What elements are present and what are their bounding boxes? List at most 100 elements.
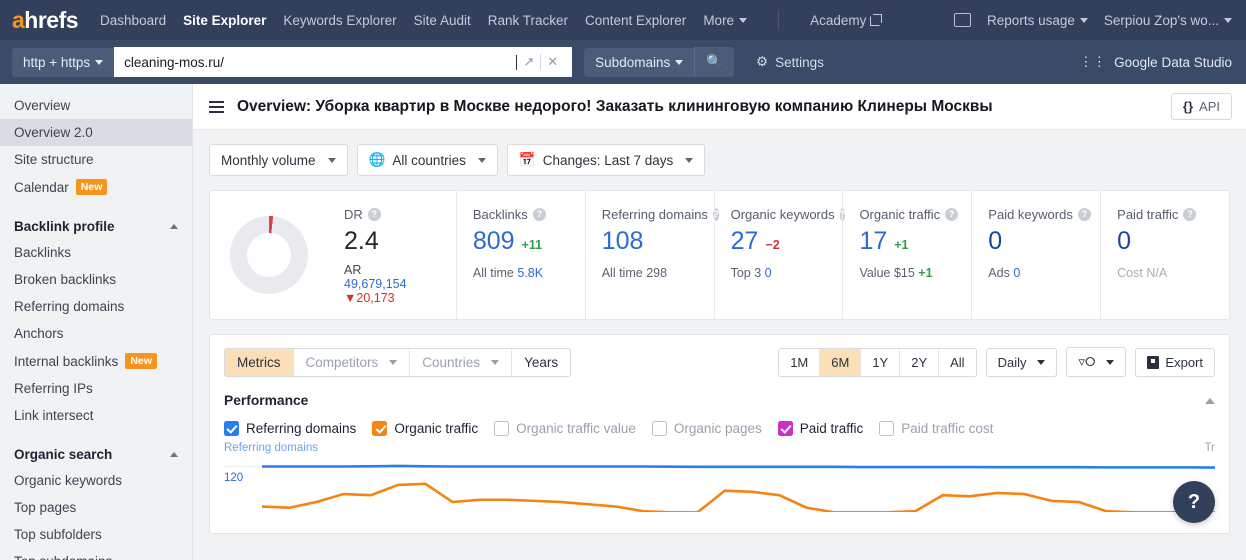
nav-item-academy[interactable]: Academy xyxy=(810,13,880,28)
help-button[interactable]: ? xyxy=(1173,481,1215,523)
sidebar-item-referring-domains[interactable]: Referring domains xyxy=(0,293,192,320)
sidebar-item-top-pages[interactable]: Top pages xyxy=(0,494,192,521)
tab-metrics[interactable]: Metrics xyxy=(225,349,294,376)
metric-title: Organic keywords xyxy=(731,207,835,222)
main-content: Overview: Уборка квартир в Москве недоро… xyxy=(193,84,1246,560)
filter-changes-range[interactable]: 📅 Changes: Last 7 days xyxy=(507,144,705,176)
sidebar-item-backlinks[interactable]: Backlinks xyxy=(0,239,192,266)
annotations-button[interactable]: ▿⭘ xyxy=(1066,347,1126,377)
sidebar-group-backlink-profile[interactable]: Backlink profile xyxy=(0,211,192,239)
metric-delta: +11 xyxy=(522,238,543,252)
legend-organic-traffic-value[interactable]: Organic traffic value xyxy=(494,421,636,436)
metric-sub: Cost N/A xyxy=(1117,266,1229,280)
ahrefs-logo[interactable]: ahrefs xyxy=(12,7,78,34)
legend-referring-domains[interactable]: Referring domains xyxy=(224,421,356,436)
range-2y[interactable]: 2Y xyxy=(900,349,939,376)
settings-label: Settings xyxy=(775,55,824,70)
metric-value: 0 xyxy=(988,227,1002,256)
monitor-icon[interactable] xyxy=(954,13,971,27)
academy-label: Academy xyxy=(810,13,866,28)
url-input-wrapper[interactable]: cleaning-mos.ru/ ↗ ✕ xyxy=(114,47,572,77)
nav-item-site-explorer[interactable]: Site Explorer xyxy=(183,13,266,28)
sidebar-item-overview[interactable]: Overview xyxy=(0,92,192,119)
nav-item-account[interactable]: Serpiou Zop's wo... xyxy=(1104,13,1232,28)
nav-item-more[interactable]: More xyxy=(703,13,747,28)
export-button[interactable]: Export xyxy=(1135,348,1215,377)
checkbox[interactable] xyxy=(494,421,509,436)
granularity-select[interactable]: Daily xyxy=(986,348,1058,377)
metric-title: Organic traffic xyxy=(859,207,940,222)
sidebar-item-link-intersect[interactable]: Link intersect xyxy=(0,402,192,429)
new-badge: New xyxy=(125,353,157,369)
metric-label: Paid keywords ? xyxy=(988,207,1100,222)
sidebar-item-referring-ips[interactable]: Referring IPs xyxy=(0,375,192,402)
sidebar-item-site-structure[interactable]: Site structure xyxy=(0,146,192,173)
nav-item-reports-usage[interactable]: Reports usage xyxy=(987,13,1088,28)
nav-item-site-audit[interactable]: Site Audit xyxy=(414,13,471,28)
nav-item-dashboard[interactable]: Dashboard xyxy=(100,13,166,28)
clear-input-icon[interactable]: ✕ xyxy=(541,54,564,70)
filter-monthly-volume[interactable]: Monthly volume xyxy=(209,144,348,176)
sidebar-item-top-subdomains[interactable]: Top subdomains xyxy=(0,548,192,560)
sidebar-item-label: Internal backlinks xyxy=(14,354,118,369)
help-tooltip-icon[interactable]: ? xyxy=(1183,208,1196,221)
nav-item-content-explorer[interactable]: Content Explorer xyxy=(585,13,686,28)
legend-organic-traffic[interactable]: Organic traffic xyxy=(372,421,478,436)
url-input[interactable]: cleaning-mos.ru/ xyxy=(124,55,515,70)
legend-paid-traffic-cost[interactable]: Paid traffic cost xyxy=(879,421,993,436)
filter-toolbar: Monthly volume 🌐 All countries 📅 Changes… xyxy=(193,130,1246,176)
help-tooltip-icon[interactable]: ? xyxy=(368,208,381,221)
tab-years[interactable]: Years xyxy=(512,349,570,376)
range-1y[interactable]: 1Y xyxy=(861,349,900,376)
settings-link[interactable]: ⚙ Settings xyxy=(756,54,824,70)
checkbox[interactable] xyxy=(778,421,793,436)
help-tooltip-icon[interactable]: ? xyxy=(533,208,546,221)
sidebar-item-broken-backlinks[interactable]: Broken backlinks xyxy=(0,266,192,293)
legend-paid-traffic[interactable]: Paid traffic xyxy=(778,421,864,436)
chevron-down-icon xyxy=(328,158,336,163)
chevron-down-icon xyxy=(1037,360,1045,365)
chevron-down-icon xyxy=(95,60,103,65)
sidebar-item-organic-keywords[interactable]: Organic keywords xyxy=(0,467,192,494)
search-button[interactable]: 🔍 xyxy=(694,47,734,77)
metric-sub-label: Value $15 xyxy=(859,266,914,280)
chart-plot-svg xyxy=(262,442,1215,512)
metric-sub: Ads 0 xyxy=(988,266,1100,280)
range-6m[interactable]: 6M xyxy=(820,349,861,376)
range-all[interactable]: All xyxy=(939,349,975,376)
sidebar-item-top-subfolders[interactable]: Top subfolders xyxy=(0,521,192,548)
metric-sub-value: 298 xyxy=(646,266,667,280)
range-1m[interactable]: 1M xyxy=(779,349,820,376)
hamburger-menu-icon[interactable] xyxy=(209,98,224,116)
chevron-up-icon xyxy=(170,452,178,457)
metric-card-dr: DR ? 2.4 AR 49,679,154 ▼20,173 xyxy=(328,191,456,319)
sidebar-item-label: Top subfolders xyxy=(14,527,102,542)
api-button[interactable]: {} API xyxy=(1171,93,1232,120)
sidebar-item-overview-2-0[interactable]: Overview 2.0 xyxy=(0,119,192,146)
filter-countries[interactable]: 🌐 All countries xyxy=(357,144,498,176)
protocol-select[interactable]: http + https xyxy=(12,48,114,77)
scope-select[interactable]: Subdomains xyxy=(584,48,694,77)
body-container: Overview Overview 2.0 Site structure Cal… xyxy=(0,84,1246,560)
chart-controls: 1M 6M 1Y 2Y All Daily ▿⭘ Export xyxy=(778,347,1215,377)
chevron-up-icon[interactable] xyxy=(1205,398,1215,404)
sidebar-group-label: Organic search xyxy=(14,447,112,462)
checkbox[interactable] xyxy=(224,421,239,436)
nav-item-keywords-explorer[interactable]: Keywords Explorer xyxy=(283,13,396,28)
sidebar-group-organic-search[interactable]: Organic search xyxy=(0,439,192,467)
tab-countries[interactable]: Countries xyxy=(410,349,512,376)
legend-organic-pages[interactable]: Organic pages xyxy=(652,421,762,436)
tab-competitors[interactable]: Competitors xyxy=(294,349,411,376)
help-tooltip-icon[interactable]: ? xyxy=(945,208,958,221)
sidebar-item-internal-backlinks[interactable]: Internal backlinks New xyxy=(0,347,192,375)
performance-chart[interactable]: Referring domains Tr 120 xyxy=(210,442,1229,512)
checkbox[interactable] xyxy=(372,421,387,436)
help-tooltip-icon[interactable]: ? xyxy=(1078,208,1091,221)
open-external-icon[interactable]: ↗ xyxy=(517,54,540,70)
google-data-studio-link[interactable]: ⋮⋮ Google Data Studio xyxy=(1079,54,1232,70)
checkbox[interactable] xyxy=(652,421,667,436)
sidebar-item-anchors[interactable]: Anchors xyxy=(0,320,192,347)
checkbox[interactable] xyxy=(879,421,894,436)
sidebar-item-calendar[interactable]: CalendarNew xyxy=(0,173,192,201)
nav-item-rank-tracker[interactable]: Rank Tracker xyxy=(488,13,568,28)
